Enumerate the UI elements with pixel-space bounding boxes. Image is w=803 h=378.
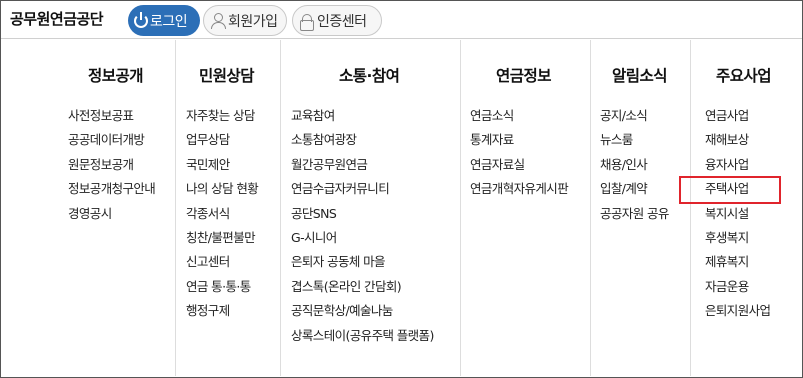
menu-item[interactable]: 연금소식 (470, 104, 568, 128)
menu-item[interactable]: 월간공무원연금 (291, 153, 434, 177)
menu-item[interactable]: 연금사업 (705, 104, 770, 128)
menu-item[interactable]: 입찰/계약 (600, 177, 669, 201)
menu-item[interactable]: 공직문학상/예술나눔 (291, 299, 434, 323)
menu-list: 연금사업 재해보상 융자사업 주택사업 복지시설 후생복지 제휴복지 자금운용 … (679, 104, 781, 324)
menu-item[interactable]: 연금개혁자유게시판 (470, 177, 569, 201)
menu-column-pension-info: 연금정보 연금소식 통계자료 연금자료실 연금개혁자유게시판 (460, 40, 590, 376)
menu-item[interactable]: 소통참여광장 (291, 128, 434, 152)
menu-item[interactable]: 재해보상 (705, 128, 770, 152)
column-title[interactable]: 민원상담 (199, 64, 255, 86)
menu-column-communication: 소통·참여 교육참여 소통참여광장 월간공무원연금 연금수급자커뮤니티 공단SN… (280, 40, 460, 376)
menu-list: 공지/소식 뉴스룸 채용/인사 입찰/계약 공공자원 공유 (600, 104, 669, 226)
menu-item[interactable]: 공공데이터개방 (68, 128, 155, 152)
menu-item[interactable]: 공지/소식 (600, 104, 669, 128)
menu-item[interactable]: G-시니어 (291, 226, 434, 250)
site-header: 공무원연금공단 로그인 회원가입 인증센터 (1, 1, 802, 39)
lock-icon (299, 13, 315, 31)
column-title[interactable]: 연금정보 (496, 64, 552, 86)
menu-item[interactable]: 통계자료 (470, 128, 568, 152)
menu-item[interactable]: 연금 통·통·통 (186, 275, 258, 299)
menu-item[interactable]: 행정구제 (186, 299, 258, 323)
menu-item[interactable]: 뉴스룸 (600, 128, 669, 152)
menu-column-info-disclosure: 정보공개 사전정보공표 공공데이터개방 원문정보공개 정보공개청구안내 경영공시 (60, 40, 170, 376)
menu-item-highlighted[interactable]: 주택사업 (679, 176, 781, 205)
join-label: 회원가입 (228, 13, 278, 30)
menu-item[interactable]: 연금자료실 (470, 153, 568, 177)
column-title[interactable]: 주요사업 (716, 64, 772, 86)
site-logo[interactable]: 공무원연금공단 (10, 8, 104, 29)
menu-item[interactable]: 은퇴자 공동체 마을 (291, 250, 434, 274)
menu-list: 자주찾는 상담 업무상담 국민제안 나의 상담 현황 각종서식 칭찬/불편불만 … (186, 104, 259, 324)
menu-item[interactable]: 복지시설 (705, 202, 770, 226)
mega-menu: 정보공개 사전정보공표 공공데이터개방 원문정보공개 정보공개청구안내 경영공시… (0, 40, 803, 378)
menu-item[interactable]: 경영공시 (68, 202, 155, 226)
power-icon (134, 11, 148, 28)
login-button[interactable]: 로그인 (128, 5, 200, 36)
menu-list: 사전정보공표 공공데이터개방 원문정보공개 정보공개청구안내 경영공시 (68, 104, 156, 226)
menu-item[interactable]: 연금수급자커뮤니티 (291, 177, 434, 201)
menu-item[interactable]: 국민제안 (186, 153, 258, 177)
menu-item[interactable]: 상록스테이(공유주택 플랫폼) (291, 324, 434, 348)
column-title[interactable]: 소통·참여 (339, 64, 400, 86)
login-label: 로그인 (150, 13, 188, 30)
join-button[interactable]: 회원가입 (203, 5, 287, 36)
cert-label: 인증센터 (317, 13, 367, 30)
person-icon (210, 12, 226, 29)
menu-item[interactable]: 각종서식 (186, 202, 258, 226)
menu-item[interactable]: 융자사업 (705, 153, 770, 177)
menu-item[interactable]: 나의 상담 현황 (186, 177, 259, 201)
menu-item[interactable]: 정보공개청구안내 (68, 177, 156, 201)
menu-item[interactable]: 제휴복지 (705, 250, 770, 274)
menu-column-civil-service: 민원상담 자주찾는 상담 업무상담 국민제안 나의 상담 현황 각종서식 칭찬/… (175, 40, 280, 376)
cert-center-button[interactable]: 인증센터 (292, 5, 382, 36)
menu-column-main-business: 주요사업 연금사업 재해보상 융자사업 주택사업 복지시설 후생복지 제휴복지 … (679, 40, 802, 376)
menu-item[interactable]: 겹스톡(온라인 간담회) (291, 275, 434, 299)
highlight-box (679, 176, 781, 205)
column-title[interactable]: 정보공개 (88, 64, 144, 86)
column-title[interactable]: 알림소식 (612, 64, 668, 86)
menu-item[interactable]: 공단SNS (291, 202, 434, 226)
menu-item[interactable]: 자금운용 (705, 275, 770, 299)
menu-item[interactable]: 사전정보공표 (68, 104, 155, 128)
menu-column-news: 알림소식 공지/소식 뉴스룸 채용/인사 입찰/계약 공공자원 공유 (590, 40, 690, 376)
menu-item[interactable]: 교육참여 (291, 104, 434, 128)
menu-list: 교육참여 소통참여광장 월간공무원연금 연금수급자커뮤니티 공단SNS G-시니… (291, 104, 434, 348)
menu-item[interactable]: 칭찬/불편불만 (186, 226, 258, 250)
menu-item[interactable]: 업무상담 (186, 128, 258, 152)
menu-item[interactable]: 자주찾는 상담 (186, 104, 258, 128)
menu-list: 연금소식 통계자료 연금자료실 연금개혁자유게시판 (470, 104, 569, 202)
menu-item[interactable]: 신고센터 (186, 250, 258, 274)
menu-item[interactable]: 은퇴지원사업 (705, 299, 771, 323)
menu-item[interactable]: 채용/인사 (600, 153, 669, 177)
menu-item[interactable]: 원문정보공개 (68, 153, 155, 177)
menu-item[interactable]: 후생복지 (705, 226, 770, 250)
menu-item[interactable]: 공공자원 공유 (600, 202, 669, 226)
